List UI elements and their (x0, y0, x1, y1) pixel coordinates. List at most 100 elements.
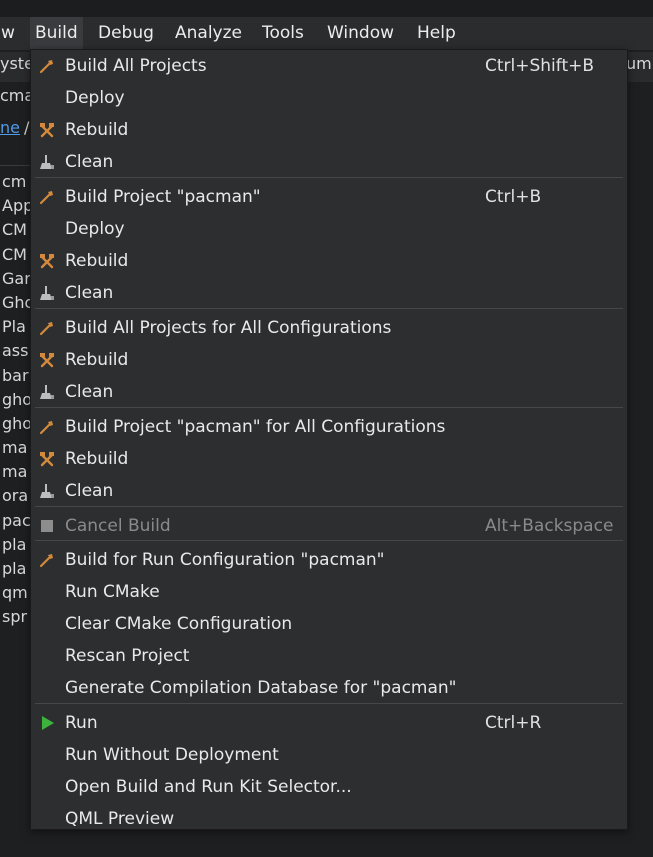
menu-item-deploy[interactable]: Deploy (31, 82, 627, 114)
menu-item-run-cmake[interactable]: Run CMake (31, 576, 627, 608)
rebuild-icon (38, 252, 56, 270)
menu-item-shortcut: Alt+Backspace (485, 516, 614, 536)
background-file-item[interactable]: gho (2, 388, 30, 412)
background-breadcrumb: ne / (0, 118, 29, 137)
menu-item-label: Run CMake (65, 582, 160, 602)
background-divider (0, 165, 30, 166)
run-icon (38, 714, 56, 732)
menu-item-rescan-project[interactable]: Rescan Project (31, 640, 627, 672)
hammer-icon (38, 418, 56, 436)
background-file-item[interactable]: pac (2, 509, 30, 533)
clean-icon (38, 284, 56, 302)
menu-item-label: Build Project "pacman" (65, 187, 261, 207)
menu-item-label: Build All Projects for All Configuration… (65, 318, 392, 338)
hammer-icon (38, 319, 56, 337)
menu-item-run-without-deployment[interactable]: Run Without Deployment (31, 739, 627, 771)
menu-item-rebuild[interactable]: Rebuild (31, 114, 627, 146)
menu-item-cancel-build: Cancel Build Alt+Backspace (31, 510, 627, 542)
menu-item-build-all-projects[interactable]: Build All Projects Ctrl+Shift+B (31, 50, 627, 82)
background-file-item[interactable]: spr (2, 605, 30, 629)
background-file-item[interactable]: Pla (2, 315, 30, 339)
menu-bar: w Build Debug Analyze Tools Window Help (0, 17, 653, 50)
background-file-item[interactable]: pla (2, 533, 30, 557)
clean-icon (38, 153, 56, 171)
background-file-item[interactable]: qm (2, 581, 30, 605)
menu-window[interactable]: Window (322, 17, 399, 50)
background-file-item[interactable]: Gho (2, 291, 30, 315)
breadcrumb-link[interactable]: ne (0, 118, 20, 137)
menu-item-label: Rebuild (65, 251, 129, 271)
hammer-icon (38, 188, 56, 206)
menu-item-label: Clean (65, 283, 114, 303)
stop-icon (38, 517, 56, 535)
menu-tools[interactable]: Tools (257, 17, 309, 50)
background-tab-left[interactable]: yste (0, 54, 34, 73)
menu-item-label: Clean (65, 382, 114, 402)
background-file-item[interactable]: ma (2, 460, 30, 484)
menu-item-label: Run Without Deployment (65, 745, 279, 765)
rebuild-icon (38, 351, 56, 369)
menu-item-build-project-pacman[interactable]: Build Project "pacman" Ctrl+B (31, 181, 627, 213)
menu-item-clear-cmake-configuration[interactable]: Clear CMake Configuration (31, 608, 627, 640)
menu-item-clean[interactable]: Clean (31, 475, 627, 507)
background-file-item[interactable]: cm (2, 170, 30, 194)
menu-item-label: Generate Compilation Database for "pacma… (65, 678, 457, 698)
menu-item-clean[interactable]: Clean (31, 376, 627, 408)
menu-item-label: Rescan Project (65, 646, 190, 666)
menu-item-build-all-projects-for-all-configurations[interactable]: Build All Projects for All Configuration… (31, 312, 627, 344)
background-file-item[interactable]: gho (2, 412, 30, 436)
menu-item-label: Build All Projects (65, 56, 207, 76)
background-file-list: cm App CM CM Gar Gho Pla ass bar gho gho ma ma ora pac… (2, 170, 30, 630)
clean-icon (38, 482, 56, 500)
background-file-item[interactable]: ma (2, 436, 30, 460)
menu-item-label: Open Build and Run Kit Selector... (65, 777, 352, 797)
menu-item-label: Clean (65, 481, 114, 501)
hammer-icon (38, 551, 56, 569)
menu-item-label: Build for Run Configuration "pacman" (65, 550, 385, 570)
menu-item-qml-preview[interactable]: QML Preview (31, 803, 627, 835)
menu-analyze[interactable]: Analyze (170, 17, 247, 50)
menu-item-build-project-pacman-for-all-configurations[interactable]: Build Project "pacman" for All Configura… (31, 411, 627, 443)
build-menu-dropdown: Build All Projects Ctrl+Shift+B Deploy Rebu… (30, 49, 628, 830)
menu-item-generate-compilation-database-for-pacman[interactable]: Generate Compilation Database for "pacma… (31, 672, 627, 704)
menu-item-label: Deploy (65, 219, 125, 239)
background-file-item[interactable]: CM (2, 243, 30, 267)
menu-item-clean[interactable]: Clean (31, 277, 627, 309)
menu-item-rebuild[interactable]: Rebuild (31, 245, 627, 277)
window-top-strip (0, 0, 653, 17)
menu-item-label: Rebuild (65, 449, 129, 469)
rebuild-icon (38, 121, 56, 139)
menu-item-label: Clear CMake Configuration (65, 614, 293, 634)
background-file-item[interactable]: bar (2, 364, 30, 388)
menu-item-label: QML Preview (65, 809, 175, 829)
menu-item-label: Clean (65, 152, 114, 172)
menu-view[interactable]: w (0, 17, 20, 50)
menu-item-shortcut: Ctrl+R (485, 713, 542, 733)
background-file-item[interactable]: ora (2, 484, 30, 508)
breadcrumb-separator: / (23, 118, 30, 137)
background-file-item[interactable]: Gar (2, 267, 30, 291)
menu-item-label: Build Project "pacman" for All Configura… (65, 417, 446, 437)
background-file-item[interactable]: ass (2, 339, 30, 363)
menu-item-clean[interactable]: Clean (31, 146, 627, 178)
menu-help[interactable]: Help (412, 17, 461, 50)
menu-item-shortcut: Ctrl+B (485, 187, 542, 207)
menu-item-build-for-run-configuration-pacman[interactable]: Build for Run Configuration "pacman" (31, 544, 627, 576)
menu-item-label: Run (65, 713, 98, 733)
menu-item-label: Rebuild (65, 350, 129, 370)
hammer-icon (38, 57, 56, 75)
background-file-item[interactable]: App (2, 194, 30, 218)
menu-item-open-build-and-run-kit-selector[interactable]: Open Build and Run Kit Selector... (31, 771, 627, 803)
background-file-item[interactable]: CM (2, 218, 30, 242)
background-file-item[interactable]: pla (2, 557, 30, 581)
menu-item-label: Deploy (65, 88, 125, 108)
menu-item-rebuild[interactable]: Rebuild (31, 344, 627, 376)
menu-item-run[interactable]: Run Ctrl+R (31, 707, 627, 739)
menu-item-rebuild[interactable]: Rebuild (31, 443, 627, 475)
menu-build[interactable]: Build (30, 17, 83, 50)
menu-item-deploy[interactable]: Deploy (31, 213, 627, 245)
menu-item-label: Cancel Build (65, 516, 171, 536)
background-tab-right[interactable]: um (626, 54, 652, 73)
menu-debug[interactable]: Debug (93, 17, 159, 50)
clean-icon (38, 383, 56, 401)
